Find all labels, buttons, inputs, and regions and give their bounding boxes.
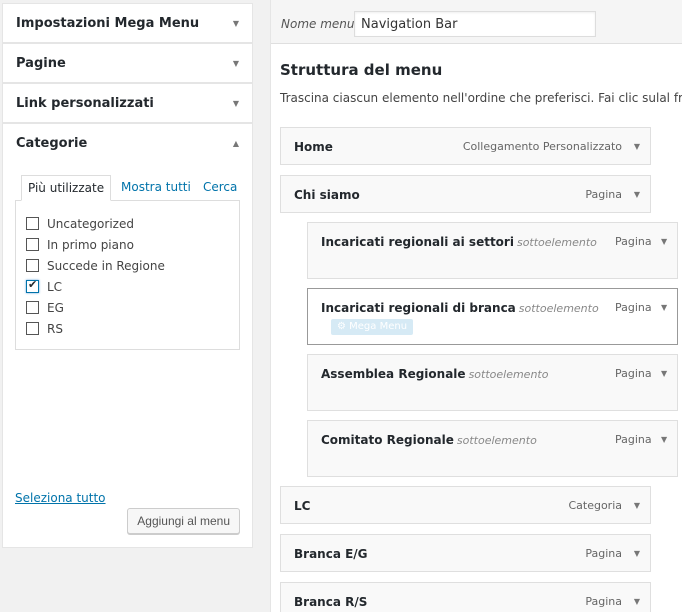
accordion-header-mega-menu[interactable]: Impostazioni Mega Menu ▼ bbox=[3, 4, 252, 43]
accordion-section-mega-menu[interactable]: Impostazioni Mega Menu ▼ bbox=[2, 3, 253, 44]
menu-item-type: Pagina bbox=[615, 301, 652, 314]
item-title-text: Assemblea Regionale bbox=[321, 367, 466, 381]
checkbox[interactable] bbox=[26, 259, 39, 272]
accordion-header-custom-links[interactable]: Link personalizzati ▼ bbox=[3, 84, 252, 123]
menu-item-type: Pagina bbox=[585, 547, 622, 560]
menu-item-type: Collegamento Personalizzato bbox=[462, 140, 622, 153]
subitem-label: sottoelemento bbox=[518, 302, 599, 315]
accordion-title: Impostazioni Mega Menu bbox=[16, 16, 200, 31]
accordion-section-custom-links[interactable]: Link personalizzati ▼ bbox=[2, 84, 253, 124]
subitem-label: sottoelemento bbox=[456, 434, 537, 447]
menu-item-comitato-regionale[interactable]: Comitato Regionale sottoelemento Pagina ▼ bbox=[307, 420, 678, 477]
category-label: LC bbox=[47, 279, 63, 294]
menu-name-input[interactable] bbox=[354, 11, 596, 37]
tab-most-used[interactable]: Più utilizzate bbox=[21, 175, 112, 201]
menu-item-branca-rs[interactable]: Branca R/S Pagina ▼ bbox=[280, 582, 651, 612]
menu-item-title: LC bbox=[294, 499, 311, 513]
triangle-down-icon[interactable]: ▼ bbox=[661, 237, 667, 246]
menu-name-bar: Nome menu bbox=[271, 0, 682, 44]
checkbox[interactable] bbox=[26, 322, 39, 335]
add-to-menu-button[interactable]: Aggiungi al menu bbox=[127, 508, 240, 534]
category-label: RS bbox=[47, 321, 63, 336]
select-all-link[interactable]: Seleziona tutto bbox=[15, 491, 106, 505]
triangle-down-icon[interactable]: ▼ bbox=[634, 501, 640, 510]
menu-name-label: Nome menu bbox=[281, 17, 355, 31]
menu-item-incaricati-branca[interactable]: Incaricati regionali di branca sottoeleme… bbox=[307, 288, 678, 345]
menu-item-title: Incaricati regionali ai settori sottoelem… bbox=[321, 235, 597, 249]
menu-item-incaricati-settori[interactable]: Incaricati regionali ai settori sottoelem… bbox=[307, 222, 678, 279]
menu-item-branca-eg[interactable]: Branca E/G Pagina ▼ bbox=[280, 534, 651, 572]
subitem-label: sottoelemento bbox=[468, 368, 549, 381]
checkbox[interactable] bbox=[26, 301, 39, 314]
menu-item-assemblea-regionale[interactable]: Assemblea Regionale sottoelemento Pagina … bbox=[307, 354, 678, 411]
category-item-lc[interactable]: LC bbox=[26, 276, 229, 297]
menu-item-chi-siamo[interactable]: Chi siamo Pagina ▼ bbox=[280, 175, 651, 213]
menu-items-accordion: Impostazioni Mega Menu ▼ Pagine ▼ Link p… bbox=[2, 3, 253, 548]
triangle-down-icon[interactable]: ▼ bbox=[661, 435, 667, 444]
accordion-header-pages[interactable]: Pagine ▼ bbox=[3, 44, 252, 83]
menu-item-type: Pagina bbox=[615, 367, 652, 380]
accordion-title: Categorie bbox=[16, 136, 88, 151]
menu-item-lc[interactable]: LC Categoria ▼ bbox=[280, 486, 651, 524]
category-item-succede-in-regione[interactable]: Succede in Regione bbox=[26, 255, 229, 276]
checkbox-checked[interactable] bbox=[26, 278, 39, 293]
accordion-header-categories[interactable]: Categorie ▲ bbox=[3, 124, 252, 163]
menu-item-type: Pagina bbox=[585, 595, 622, 608]
menu-item-title: Home bbox=[294, 140, 333, 154]
accordion-title: Link personalizzati bbox=[16, 96, 154, 111]
checkbox[interactable] bbox=[26, 217, 39, 230]
triangle-down-icon[interactable]: ▼ bbox=[661, 303, 667, 312]
menu-item-type: Categoria bbox=[568, 499, 622, 512]
menu-item-title: Incaricati regionali di branca sottoeleme… bbox=[321, 301, 599, 315]
checkbox[interactable] bbox=[26, 238, 39, 251]
structure-title: Struttura del menu bbox=[280, 61, 443, 79]
category-item-rs[interactable]: RS bbox=[26, 318, 229, 339]
subitem-label: sottoelemento bbox=[516, 236, 597, 249]
tab-show-all[interactable]: Mostra tutti bbox=[115, 175, 197, 201]
menu-item-type: Pagina bbox=[615, 433, 652, 446]
mega-menu-button[interactable]: ⚙ Mega Menu bbox=[331, 319, 414, 335]
menu-item-title: Branca R/S bbox=[294, 595, 368, 609]
menu-item-title: Comitato Regionale sottoelemento bbox=[321, 433, 537, 447]
category-item-eg[interactable]: EG bbox=[26, 297, 229, 318]
category-item-in-primo-piano[interactable]: In primo piano bbox=[26, 234, 229, 255]
triangle-down-icon[interactable]: ▼ bbox=[634, 142, 640, 151]
category-tabs: Più utilizzate Mostra tutti Cerca bbox=[15, 175, 240, 201]
category-item-uncategorized[interactable]: Uncategorized bbox=[26, 213, 229, 234]
categories-panel: Più utilizzate Mostra tutti Cerca Uncate… bbox=[3, 163, 252, 368]
triangle-down-icon[interactable]: ▼ bbox=[233, 84, 239, 123]
item-title-text: Incaricati regionali di branca bbox=[321, 301, 516, 315]
triangle-down-icon[interactable]: ▼ bbox=[634, 549, 640, 558]
category-label: Uncategorized bbox=[47, 216, 134, 231]
item-title-text: Comitato Regionale bbox=[321, 433, 454, 447]
category-checklist: Uncategorized In primo piano Succede in … bbox=[15, 200, 240, 350]
menu-item-type: Pagina bbox=[585, 188, 622, 201]
tab-search[interactable]: Cerca bbox=[197, 175, 243, 201]
triangle-down-icon[interactable]: ▼ bbox=[233, 44, 239, 83]
triangle-down-icon[interactable]: ▼ bbox=[634, 190, 640, 199]
accordion-section-pages[interactable]: Pagine ▼ bbox=[2, 44, 253, 84]
triangle-up-icon[interactable]: ▲ bbox=[233, 124, 239, 163]
menu-item-title: Chi siamo bbox=[294, 188, 360, 202]
menu-item-title: Assemblea Regionale sottoelemento bbox=[321, 367, 548, 381]
triangle-down-icon[interactable]: ▼ bbox=[634, 597, 640, 606]
accordion-title: Pagine bbox=[16, 56, 66, 71]
category-label: Succede in Regione bbox=[47, 258, 165, 273]
category-label: In primo piano bbox=[47, 237, 134, 252]
triangle-down-icon[interactable]: ▼ bbox=[661, 369, 667, 378]
category-label: EG bbox=[47, 300, 64, 315]
structure-description: Trascina ciascun elemento nell'ordine ch… bbox=[280, 91, 682, 105]
accordion-section-categories: Categorie ▲ Più utilizzate Mostra tutti … bbox=[2, 124, 253, 548]
menu-item-type: Pagina bbox=[615, 235, 652, 248]
menu-editor: Nome menu Struttura del menu Trascina ci… bbox=[270, 0, 682, 612]
menu-item-title: Branca E/G bbox=[294, 547, 368, 561]
triangle-down-icon[interactable]: ▼ bbox=[233, 4, 239, 43]
item-title-text: Incaricati regionali ai settori bbox=[321, 235, 514, 249]
menu-item-home[interactable]: Home Collegamento Personalizzato ▼ bbox=[280, 127, 651, 165]
